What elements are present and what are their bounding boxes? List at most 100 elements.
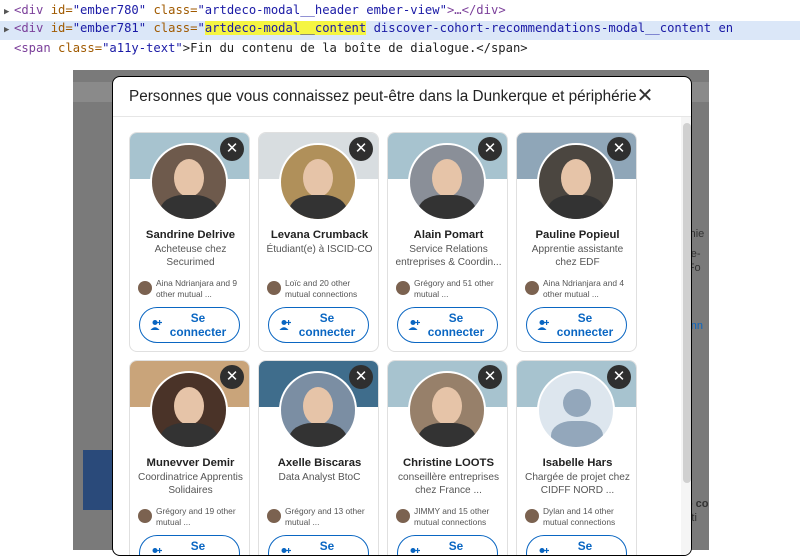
scrollbar-thumb[interactable]	[683, 123, 691, 483]
profile-photo[interactable]	[537, 371, 615, 449]
person-card[interactable]: ✕ Pauline Popieul Apprentie assistante che…	[516, 132, 637, 352]
tag-rest: >…</div>	[446, 3, 506, 17]
scrollbar[interactable]	[681, 117, 691, 555]
dismiss-icon[interactable]: ✕	[349, 137, 373, 161]
profile-photo[interactable]	[279, 143, 357, 221]
avatar-face	[303, 159, 333, 197]
person-card[interactable]: ✕ Isabelle Hars Chargée de projet chez CID…	[516, 360, 637, 555]
profile-photo[interactable]	[150, 371, 228, 449]
person-headline: Chargée de projet chez CIDFF NORD ...	[525, 472, 630, 496]
dismiss-icon[interactable]: ✕	[607, 365, 631, 389]
attr-id-value: "ember780"	[72, 3, 147, 17]
connect-button[interactable]: Se connecter	[526, 535, 627, 555]
person-name[interactable]: Pauline Popieul	[519, 229, 636, 241]
person-name[interactable]: Axelle Biscaras	[261, 457, 378, 469]
expand-triangle-icon[interactable]: ▶	[4, 25, 14, 35]
person-name[interactable]: Levana Crumback	[261, 229, 378, 241]
connect-button[interactable]: Se connecter	[268, 307, 369, 343]
connect-button[interactable]: Se connecter	[139, 535, 240, 555]
avatar-body	[418, 423, 476, 447]
devtools-line-header[interactable]: ▶ <div id="ember780" class="artdeco-modal…	[0, 3, 800, 21]
attr-id-value: "ember781"	[72, 21, 147, 35]
connect-label: Se connecter	[299, 539, 355, 555]
person-headline: Service Relations entreprises & Coordin.…	[395, 244, 502, 268]
mutual-avatar	[138, 281, 152, 295]
mutual-avatar	[138, 509, 152, 523]
profile-photo[interactable]	[279, 371, 357, 449]
mutual-text: Aina Ndrianjara and 4 other mutual ...	[543, 278, 625, 299]
mutual-connections[interactable]: Grégory and 19 other mutual ...	[138, 506, 246, 528]
dismiss-icon[interactable]: ✕	[607, 137, 631, 161]
person-name[interactable]: Isabelle Hars	[519, 457, 636, 469]
person-card[interactable]: ✕ Levana Crumback Étudiant(e) à ISCID-CO Lo…	[258, 132, 379, 352]
connect-button[interactable]: Se connecter	[397, 535, 498, 555]
devtools-line-content[interactable]: ▶ <div id="ember781" class="artdeco-modal…	[0, 21, 800, 40]
person-card[interactable]: ✕ Alain Pomart Service Relations entrepris…	[387, 132, 508, 352]
person-name[interactable]: Christine LOOTS	[390, 457, 507, 469]
connect-label: Se connecter	[557, 539, 613, 555]
devtools-line-span[interactable]: <span class="a11y-text">Fin du contenu d…	[0, 41, 800, 59]
profile-photo[interactable]	[150, 143, 228, 221]
avatar-face	[563, 389, 591, 417]
close-icon[interactable]: ✕	[635, 86, 655, 107]
tag-open: <div	[14, 3, 44, 17]
connect-label: Se connecter	[169, 311, 227, 339]
avatar-body	[547, 195, 605, 219]
person-name[interactable]: Alain Pomart	[390, 229, 507, 241]
avatar-body	[289, 423, 347, 447]
mutual-connections[interactable]: JIMMY and 15 other mutual connections	[396, 506, 504, 528]
add-person-icon	[150, 320, 162, 330]
connect-button[interactable]: Se connecter	[139, 307, 240, 343]
add-person-icon	[281, 548, 291, 553]
person-name[interactable]: Munevver Demir	[132, 457, 249, 469]
person-card[interactable]: ✕ Axelle Biscaras Data Analyst BtoC Grégory…	[258, 360, 379, 555]
mutual-connections[interactable]: Grégory and 13 other mutual ...	[267, 506, 375, 528]
connect-button[interactable]: Se connecter	[268, 535, 369, 555]
profile-photo[interactable]	[408, 143, 486, 221]
person-card[interactable]: ✕ Sandrine Delrive Acheteuse chez Securime…	[129, 132, 250, 352]
dismiss-icon[interactable]: ✕	[220, 365, 244, 389]
modal-header: Personnes que vous connaissez peut-être …	[113, 77, 691, 117]
attr-id: id=	[50, 3, 73, 17]
dismiss-icon[interactable]: ✕	[478, 365, 502, 389]
mutual-connections[interactable]: Aina Ndrianjara and 4 other mutual ...	[525, 278, 633, 300]
avatar-body	[289, 195, 347, 219]
dismiss-icon[interactable]: ✕	[220, 137, 244, 161]
mutual-connections[interactable]: Grégory and 51 other mutual ...	[396, 278, 504, 300]
connect-button[interactable]: Se connecter	[526, 307, 627, 343]
person-headline: conseillère entreprises chez France ...	[398, 472, 499, 496]
profile-photo[interactable]	[537, 143, 615, 221]
add-person-icon	[279, 320, 291, 330]
person-headline: Coordinatrice Apprentis Solidaires	[138, 472, 243, 496]
person-card[interactable]: ✕ Christine LOOTS conseillère entreprises …	[387, 360, 508, 555]
add-person-icon	[410, 548, 420, 553]
profile-photo[interactable]	[408, 371, 486, 449]
mutual-avatar	[525, 281, 539, 295]
add-person-icon	[408, 320, 420, 330]
mutual-text: Grégory and 19 other mutual ...	[156, 506, 236, 527]
attr-class-value-rest: discover-cohort-recommendations-modal__c…	[366, 21, 734, 35]
mutual-connections[interactable]: Aina Ndrianjara and 9 other mutual ...	[138, 278, 246, 300]
modal-title: Personnes que vous connaissez peut-être …	[129, 88, 637, 105]
connect-label: Se connecter	[298, 311, 356, 339]
connect-label: Se connecter	[428, 539, 484, 555]
mutual-text: Grégory and 51 other mutual ...	[414, 278, 494, 299]
avatar-face	[174, 387, 204, 425]
expand-triangle-icon[interactable]: ▶	[4, 7, 14, 17]
avatar-face	[561, 159, 591, 197]
dismiss-icon[interactable]: ✕	[349, 365, 373, 389]
attr-id: id=	[50, 21, 73, 35]
person-name[interactable]: Sandrine Delrive	[132, 229, 249, 241]
dismiss-icon[interactable]: ✕	[478, 137, 502, 161]
connect-button[interactable]: Se connecter	[397, 307, 498, 343]
connect-label: Se connecter	[556, 311, 614, 339]
attr-class: class=	[153, 3, 198, 17]
mutual-text: JIMMY and 15 other mutual connections	[414, 506, 490, 527]
mutual-avatar	[525, 509, 539, 523]
mutual-connections[interactable]: Dylan and 14 other mutual connections	[525, 506, 633, 528]
highlighted-class: artdeco-modal__content	[204, 21, 367, 35]
person-card[interactable]: ✕ Munevver Demir Coordinatrice Apprentis S…	[129, 360, 250, 555]
person-headline: Data Analyst BtoC	[278, 472, 361, 483]
recommendations-modal: Personnes que vous connaissez peut-être …	[112, 76, 692, 556]
mutual-connections[interactable]: Loïc and 20 other mutual connections	[267, 278, 375, 300]
